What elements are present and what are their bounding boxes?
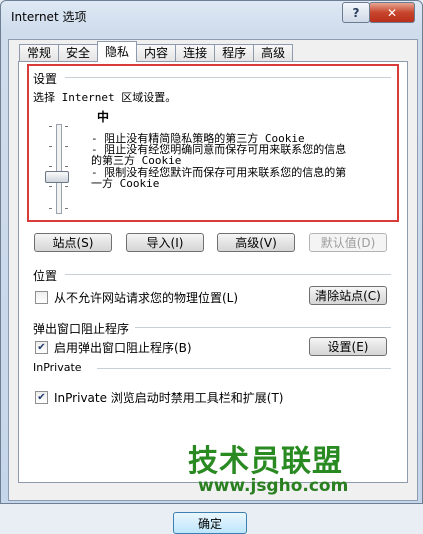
window-title: Internet 选项 [11,10,87,24]
inprivate-checkbox[interactable]: ✔ [35,391,48,404]
default-button[interactable]: 默认值(D) [309,233,387,252]
dialog-body: 常规 安全 隐私 内容 连接 程序 高级 设置 选择 Internet 区域设置… [8,39,418,534]
help-icon: ? [352,5,360,20]
privacy-bullet-3-cont: 一方 Cookie [91,177,160,190]
slider-tick [49,126,52,127]
slider-tick [65,208,68,209]
location-option[interactable]: 从不允许网站请求您的物理位置(L) [35,289,238,306]
slider-track [56,124,62,214]
sites-button[interactable]: 站点(S) [34,233,112,252]
help-button[interactable]: ? [342,2,370,23]
import-button[interactable]: 导入(I) [126,233,204,252]
location-divider [65,274,391,275]
slider-tick [49,146,52,147]
privacy-tab-page: 设置 选择 Internet 区域设置。 中 - 阻止没有精简隐私策略的第三方 … [18,61,408,483]
slider-tick [65,146,68,147]
privacy-level-label: 中 [97,110,110,124]
slider-thumb[interactable] [45,171,69,183]
popup-option[interactable]: ✔ 启用弹出窗口阻止程序(B) [35,339,192,356]
popup-divider [135,327,391,328]
close-icon: ✕ [386,5,398,20]
tab-connections[interactable]: 连接 [175,44,216,62]
tab-security[interactable]: 安全 [58,44,99,62]
slider-tick [65,186,68,187]
slider-tick [49,186,52,187]
watermark-url: www.jsgho.com [198,476,349,496]
slider-tick [65,166,68,167]
popup-settings-button[interactable]: 设置(E) [309,337,387,356]
slider-tick [65,126,68,127]
slider-tick [49,166,52,167]
inprivate-divider [97,368,391,369]
popup-checkbox-label: 启用弹出窗口阻止程序(B) [54,341,192,355]
settings-heading: 设置 [33,72,58,86]
title-bar: Internet 选项 ? ✕ [1,1,422,31]
inprivate-heading: InPrivate [33,361,82,374]
tab-programs[interactable]: 程序 [214,44,255,62]
inprivate-checkbox-label: InPrivate 浏览启动时禁用工具栏和扩展(T) [54,391,284,405]
inprivate-option[interactable]: ✔ InPrivate 浏览启动时禁用工具栏和扩展(T) [35,389,284,406]
location-checkbox[interactable] [35,291,48,304]
popup-checkbox[interactable]: ✔ [35,341,48,354]
tab-general[interactable]: 常规 [19,44,60,62]
advanced-button[interactable]: 高级(V) [217,233,295,252]
clear-sites-button[interactable]: 清除站点(C) [309,286,387,305]
close-button[interactable]: ✕ [369,2,415,23]
settings-divider [65,77,391,78]
tab-content[interactable]: 内容 [136,44,177,62]
tab-privacy[interactable]: 隐私 [97,41,138,62]
location-checkbox-label: 从不允许网站请求您的物理位置(L) [54,291,239,305]
slider-tick [49,208,52,209]
settings-instruction: 选择 Internet 区域设置。 [33,91,177,104]
watermark-logo-text: 技术员联盟 [188,444,343,479]
ok-button[interactable]: 确定 [173,512,247,534]
tab-advanced[interactable]: 高级 [253,44,294,62]
tab-strip: 常规 安全 隐私 内容 连接 程序 高级 [19,41,294,62]
popup-heading: 弹出窗口阻止程序 [33,322,130,336]
location-heading: 位置 [33,269,58,283]
internet-options-dialog: Internet 选项 ? ✕ 常规 安全 隐私 内容 连接 程序 高级 设置 … [0,0,423,534]
